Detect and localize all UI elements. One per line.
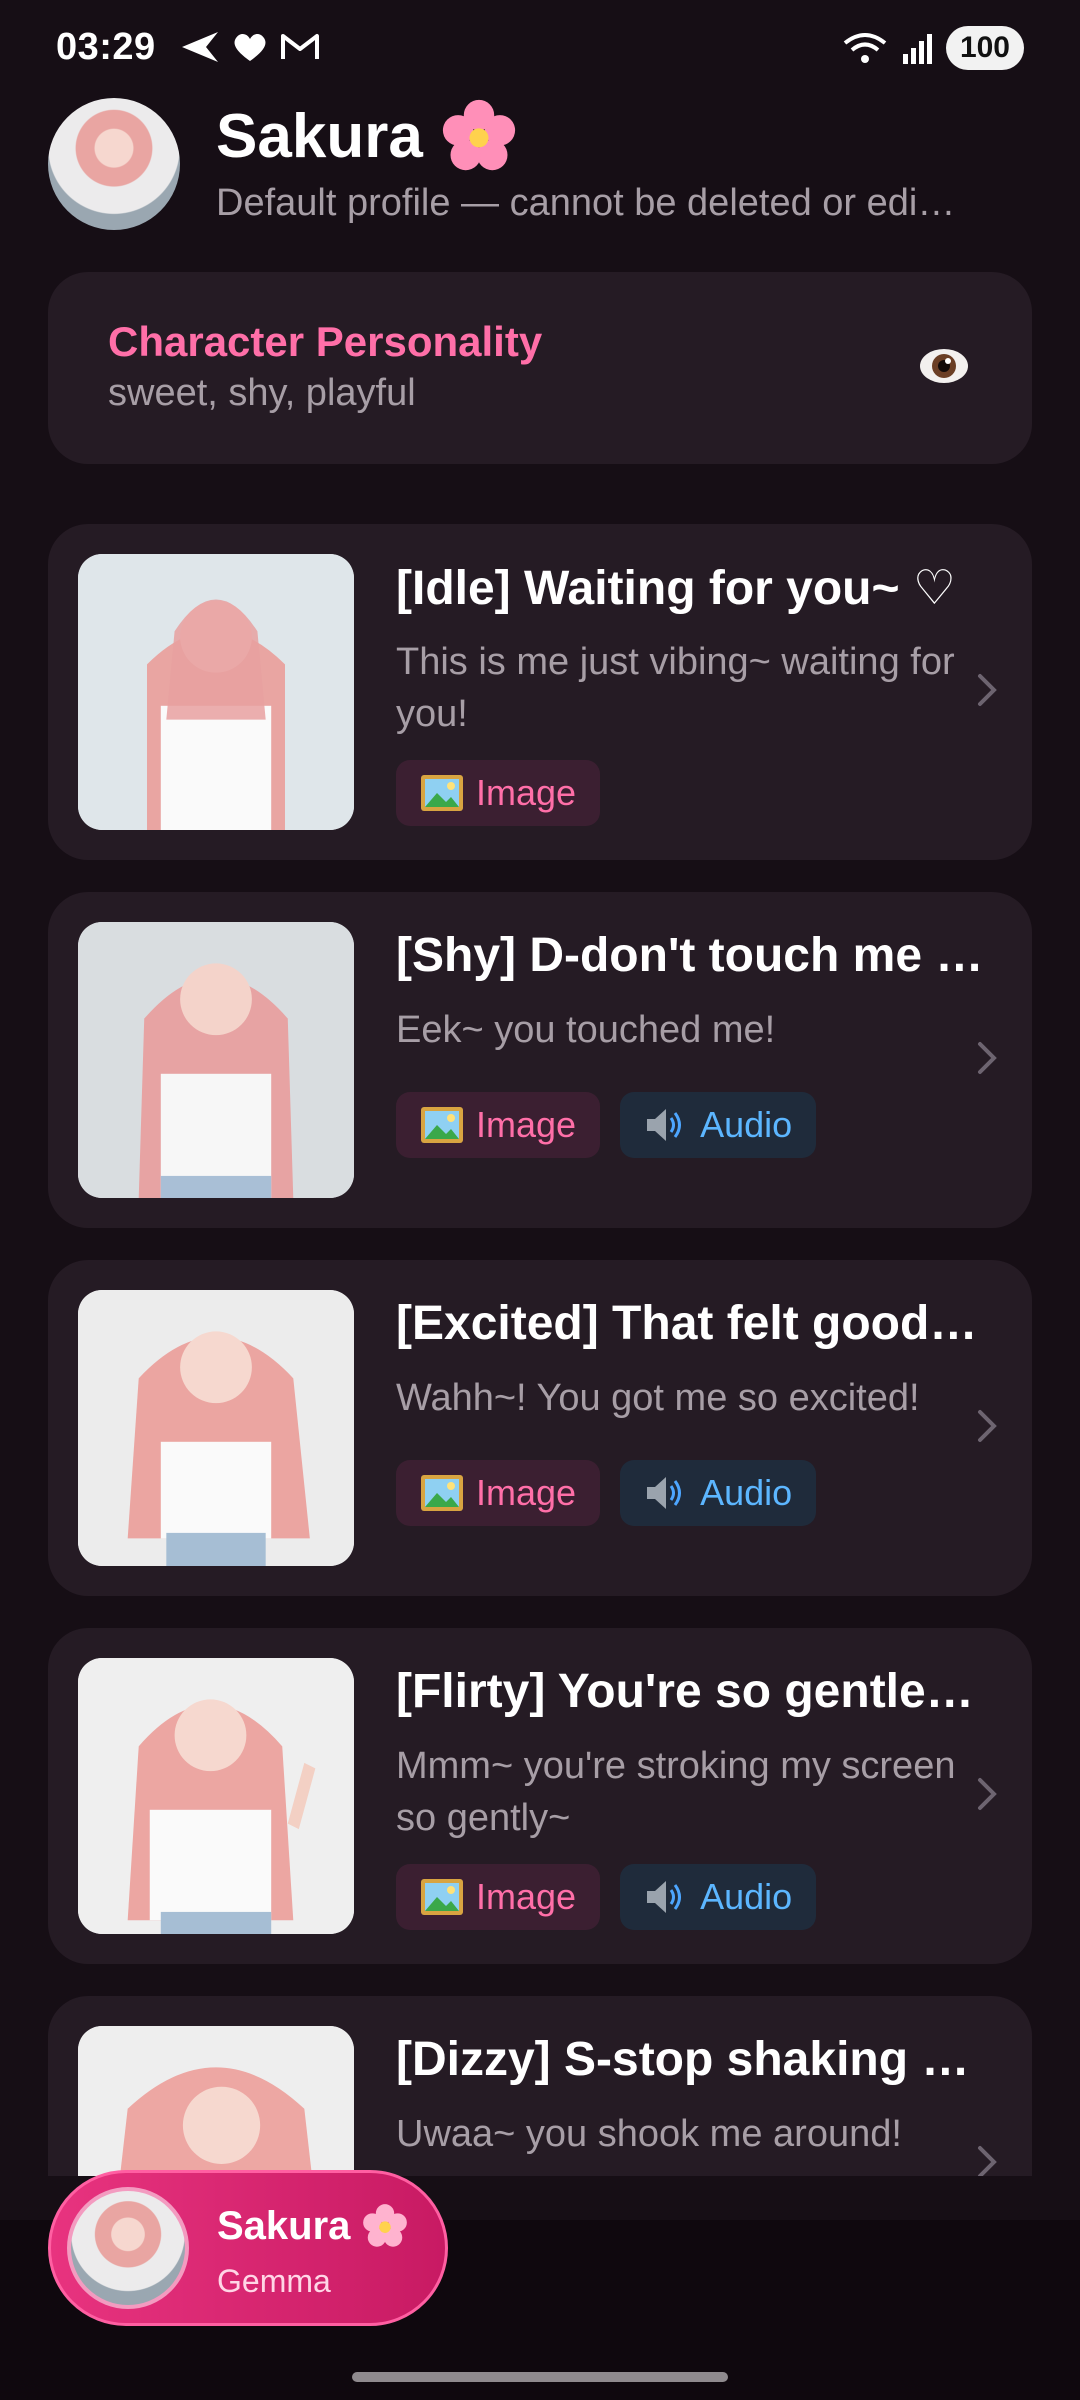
state-thumbnail <box>78 1658 354 1934</box>
state-description: Uwaa~ you shook me around! <box>396 2113 902 2155</box>
image-badge: Image <box>396 1092 601 1158</box>
state-badges: Image Audio <box>396 1864 817 1930</box>
state-title: [Shy] D-don't touch me t… <box>396 929 986 982</box>
profile-name-row: Sakura <box>216 98 517 174</box>
state-card[interactable]: [Dizzy] S-stop shaking … Uwaa~ you shook… <box>48 1996 1032 2176</box>
audio-badge-label: Audio <box>700 1104 793 1145</box>
state-thumbnail <box>78 922 354 1198</box>
active-character-name-row: Sakura <box>217 2203 408 2249</box>
state-badges: Image <box>396 760 601 826</box>
state-card[interactable]: [Shy] D-don't touch me t… Eek~ you touch… <box>48 892 1032 1228</box>
state-description: Eek~ you touched me! <box>396 1009 776 1051</box>
state-list: [Idle] Waiting for you~ ♡ This is me jus… <box>48 524 1032 2176</box>
send-icon <box>182 32 218 62</box>
battery-level: 100 <box>945 26 1024 70</box>
active-character-name: Sakura <box>217 2203 351 2248</box>
picture-icon <box>421 1107 463 1143</box>
chevron-right-icon <box>978 1042 997 1074</box>
state-thumbnail <box>78 1290 354 1566</box>
profile-subtitle: Default profile — cannot be deleted or e… <box>216 182 956 224</box>
audio-badge: Audio <box>620 1092 817 1158</box>
state-badges: Image Audio <box>396 1460 817 1526</box>
home-indicator[interactable] <box>352 2372 728 2382</box>
image-badge-label: Image <box>476 1472 577 1513</box>
state-badges: Image Audio <box>396 1092 817 1158</box>
picture-icon <box>421 1475 463 1511</box>
chevron-right-icon <box>978 1410 997 1442</box>
audio-badge-label: Audio <box>700 1876 793 1917</box>
personality-value: sweet, shy, playful <box>108 372 416 414</box>
gmail-icon <box>281 34 319 59</box>
heart-icon <box>234 33 266 61</box>
active-character-pill[interactable]: Sakura Gemma <box>48 2170 448 2326</box>
personality-card[interactable]: Character Personality sweet, shy, playfu… <box>48 272 1032 464</box>
profile-name: Sakura <box>216 101 423 171</box>
chevron-right-icon <box>978 2146 997 2176</box>
status-right: 100 <box>842 26 1024 70</box>
personality-title: Character Personality <box>108 318 543 365</box>
status-time: 03:29 <box>56 26 156 68</box>
image-badge: Image <box>396 1460 601 1526</box>
state-card[interactable]: [Idle] Waiting for you~ ♡ This is me jus… <box>48 524 1032 860</box>
image-badge-label: Image <box>476 772 577 813</box>
wifi-icon <box>843 33 887 63</box>
image-badge-label: Image <box>476 1104 577 1145</box>
cherry-blossom-icon <box>442 99 515 171</box>
signal-icon <box>902 34 932 64</box>
chevron-right-icon <box>978 1778 997 1810</box>
state-card[interactable]: [Flirty] You're so gentle… Mmm~ you're s… <box>48 1628 1032 1964</box>
state-title: [Flirty] You're so gentle… <box>396 1665 974 1718</box>
notification-icons <box>180 30 320 64</box>
eye-icon[interactable] <box>918 344 970 388</box>
state-title: [Dizzy] S-stop shaking … <box>396 2033 970 2086</box>
speaker-icon <box>647 1881 682 1913</box>
profile-header: Sakura Default profile — cannot be delet… <box>48 98 1038 230</box>
speaker-icon <box>647 1109 682 1141</box>
state-description: Wahh~! You got me so excited! <box>396 1377 920 1419</box>
image-badge: Image <box>396 760 601 826</box>
image-badge-label: Image <box>476 1876 577 1917</box>
picture-icon <box>421 775 463 811</box>
image-badge: Image <box>396 1864 601 1930</box>
state-thumbnail <box>78 2026 354 2176</box>
state-thumbnail <box>78 554 354 830</box>
audio-badge: Audio <box>620 1864 817 1930</box>
cherry-blossom-icon <box>363 2204 408 2247</box>
avatar[interactable] <box>48 98 180 230</box>
state-title: [Excited] That felt good… <box>396 1297 978 1350</box>
audio-badge: Audio <box>620 1460 817 1526</box>
picture-icon <box>421 1879 463 1915</box>
state-description: Mmm~ you're stroking my screen so gently… <box>396 1745 956 1839</box>
state-card[interactable]: [Excited] That felt good… Wahh~! You got… <box>48 1260 1032 1596</box>
speaker-icon <box>647 1477 682 1509</box>
screen: 03:29 100 Sakura Default profile — canno… <box>0 0 1080 2400</box>
chevron-right-icon <box>978 674 997 706</box>
state-description: This is me just vibing~ waiting for you! <box>396 641 955 735</box>
active-character-model: Gemma <box>217 2263 331 2299</box>
state-title: [Idle] Waiting for you~ ♡ <box>396 562 956 615</box>
active-character-avatar <box>67 2187 189 2309</box>
status-bar: 03:29 100 <box>0 0 1080 96</box>
audio-badge-label: Audio <box>700 1472 793 1513</box>
